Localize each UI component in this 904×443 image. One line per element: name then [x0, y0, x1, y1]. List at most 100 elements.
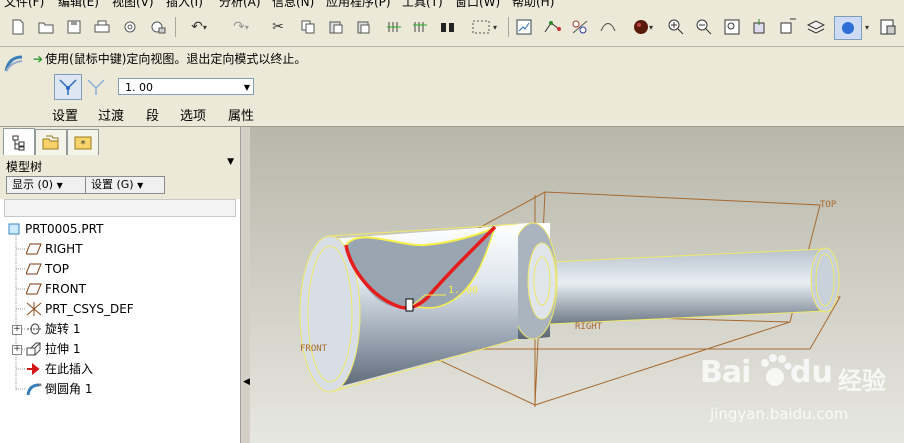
tree-node[interactable]: TOP	[26, 260, 69, 278]
redo-icon[interactable]: ↷ ▾	[226, 16, 256, 38]
svg-text:*: *	[81, 139, 86, 150]
round-icon: *	[26, 382, 42, 396]
new-file-icon[interactable]	[8, 16, 28, 38]
menu-tools[interactable]: 工具(T)	[402, 0, 443, 8]
tab-transition[interactable]: 过渡	[98, 105, 124, 124]
open-folder-icon[interactable]	[36, 16, 56, 38]
arrow-right-icon: ➔	[33, 52, 44, 66]
datum-label-right: RIGHT	[575, 322, 603, 332]
paste-icon[interactable]	[326, 16, 346, 38]
transition-mode-button[interactable]	[82, 74, 110, 100]
menu-file[interactable]: 文件(F)	[4, 0, 44, 8]
menu-analysis[interactable]: 分析(A)	[219, 0, 261, 8]
menu-bar: 文件(F) 编辑(E) 视图(V) 插入(I) 分析(A) 信息(N) 应用程序…	[0, 0, 904, 8]
tree-node[interactable]: PRT_CSYS_DEF	[26, 300, 134, 318]
menu-insert[interactable]: 插入(I)	[166, 0, 203, 8]
menu-info[interactable]: 信息(N)	[272, 0, 314, 8]
tab-options[interactable]: 选项	[180, 105, 206, 124]
display-style-dropdown-icon[interactable]: ▾	[862, 16, 872, 38]
settings-button[interactable]: 设置 (G) ▼	[85, 176, 165, 194]
csys-icon	[26, 302, 42, 316]
menu-edit[interactable]: 编辑(E)	[58, 0, 99, 8]
chevron-down-icon[interactable]: ▼	[227, 157, 234, 167]
model-tree-tab[interactable]	[3, 128, 35, 156]
chevron-down-icon[interactable]: ▼	[244, 79, 250, 96]
datum-plane-icon	[26, 282, 42, 296]
watermark-cn: 经验	[838, 367, 886, 395]
watermark-url: jingyan.baidu.com	[710, 405, 849, 423]
email2-icon[interactable]	[148, 16, 168, 38]
find-icon[interactable]	[438, 16, 458, 38]
view-manager-icon[interactable]	[778, 16, 798, 38]
chevron-down-icon: ▼	[137, 181, 144, 190]
tree-node[interactable]: 在此插入	[26, 360, 93, 378]
datum-plane-icon	[26, 262, 42, 276]
paw-logo-icon	[761, 354, 792, 386]
regenerate-manager-icon[interactable]	[410, 16, 430, 38]
copy-icon[interactable]	[298, 16, 318, 38]
radius-input[interactable]: 1. 00 ▼	[118, 78, 254, 95]
cut-icon[interactable]: ✂	[268, 16, 288, 38]
tab-properties[interactable]: 属性	[228, 105, 254, 124]
menu-help[interactable]: 帮助(H)	[512, 0, 554, 8]
radius-dimension-label[interactable]: 1. 00	[448, 285, 478, 296]
print-icon[interactable]	[92, 16, 112, 38]
datum-label-front: FRONT	[300, 344, 328, 354]
undo-icon[interactable]: ↶ ▾	[184, 16, 214, 38]
menu-applications[interactable]: 应用程序(P)	[326, 0, 391, 8]
revolve-icon	[26, 322, 42, 336]
datum-icon[interactable]	[542, 16, 562, 38]
status-message: ➔ 使用(鼠标中键)定向视图。退出定向模式以终止。	[33, 52, 307, 66]
sketch-icon[interactable]	[598, 16, 618, 38]
layers-icon[interactable]	[806, 16, 826, 38]
tab-setup[interactable]: 设置	[52, 105, 78, 124]
main-toolbar: ↶ ▾ ↷ ▾ ✂ ▾ ▾ ▾	[0, 8, 904, 47]
navigator-tabs: *	[0, 127, 240, 156]
feature-dashboard: ➔ 使用(鼠标中键)定向视图。退出定向模式以终止。 1. 00 ▼ 设置 过渡 段 …	[0, 47, 904, 127]
tree-node[interactable]: 拉伸 1	[26, 340, 80, 358]
tree-node[interactable]: 旋转 1	[26, 320, 80, 338]
regenerate-icon[interactable]	[384, 16, 404, 38]
menu-view[interactable]: 视图(V)	[112, 0, 154, 8]
display-style-icon[interactable]	[834, 16, 862, 40]
part-icon	[6, 222, 22, 236]
tab-segment[interactable]: 段	[146, 105, 159, 124]
folder-browser-tab[interactable]	[35, 129, 67, 155]
zoom-out-icon[interactable]	[694, 16, 714, 38]
tree-node[interactable]: PRT0005.PRT	[6, 220, 103, 238]
extrude-icon	[26, 342, 42, 356]
zoom-in-icon[interactable]	[666, 16, 686, 38]
menu-window[interactable]: 窗口(W)	[455, 0, 500, 8]
watermark-du: du	[790, 355, 833, 390]
model-tree-header: 模型树 ▼ 显示 (0) ▼ 设置 (G) ▼	[0, 155, 240, 199]
collapse-arrow-icon[interactable]: ◀	[243, 377, 250, 387]
appearance-icon[interactable]: ▾	[626, 16, 660, 38]
save-icon[interactable]	[64, 16, 84, 38]
datum-plane-icon	[26, 242, 42, 256]
orient-icon[interactable]	[750, 16, 770, 38]
refit-icon[interactable]	[722, 16, 742, 38]
drag-handle[interactable]	[405, 298, 414, 312]
expand-toggle[interactable]: +	[12, 345, 22, 355]
datum-label-top: TOP	[820, 200, 837, 210]
tree-filter-field[interactable]	[4, 199, 236, 217]
watermark-brand: Bai	[700, 355, 751, 390]
round-tool-icon	[4, 55, 23, 72]
svg-text:*: *	[38, 382, 42, 391]
tree-node[interactable]: FRONT	[26, 280, 86, 298]
favorites-tab[interactable]: *	[67, 129, 99, 155]
set-mode-button[interactable]	[54, 74, 82, 100]
chevron-down-icon: ▼	[56, 181, 63, 190]
navigator-panel: * 模型树 ▼ 显示 (0) ▼ 设置 (G) ▼ PRT0005.PRT RI…	[0, 127, 241, 443]
tree-node[interactable]: * 倒圆角 1	[26, 380, 92, 398]
show-button[interactable]: 显示 (0) ▼	[6, 176, 88, 194]
paste-special-icon[interactable]	[354, 16, 374, 38]
tree-node[interactable]: RIGHT	[26, 240, 83, 258]
model-tree-title: 模型树	[6, 160, 43, 174]
select-box-icon[interactable]: ▾	[464, 16, 504, 38]
email-icon[interactable]	[120, 16, 140, 38]
expand-toggle[interactable]: +	[12, 325, 22, 335]
model-tree-icon[interactable]	[570, 16, 590, 38]
edit-definition-icon[interactable]	[514, 16, 534, 38]
saved-views-icon[interactable]	[878, 16, 898, 38]
